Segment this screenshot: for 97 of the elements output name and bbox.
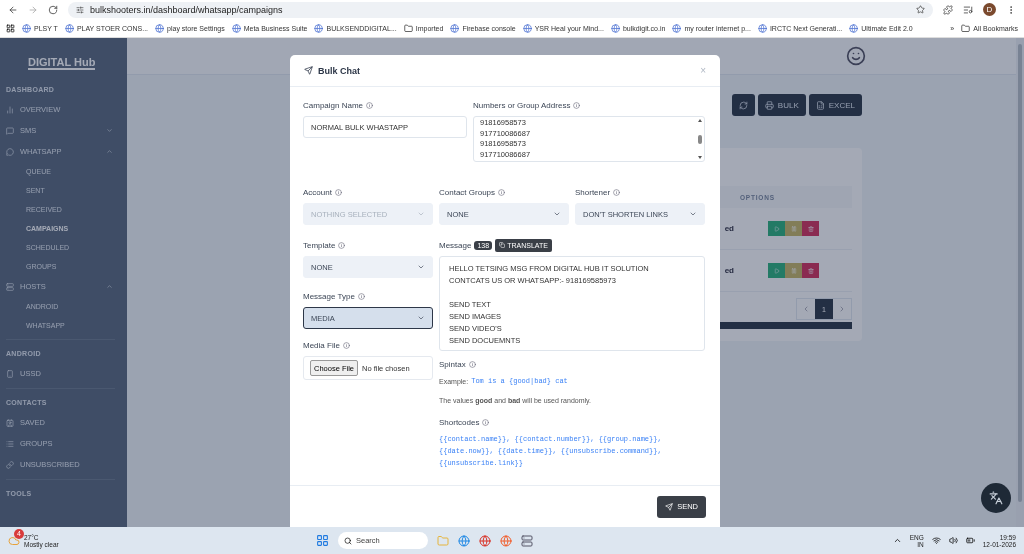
dialog-title: Bulk Chat bbox=[318, 65, 361, 76]
pause-icon bbox=[790, 225, 797, 232]
info-icon bbox=[482, 418, 490, 426]
chevron-down-icon bbox=[417, 263, 425, 271]
globe-icon bbox=[757, 23, 767, 33]
nav-icon bbox=[6, 126, 14, 135]
send-icon bbox=[665, 502, 674, 511]
translate-button[interactable] bbox=[981, 483, 1011, 513]
volume-icon[interactable] bbox=[948, 536, 958, 545]
info-icon bbox=[468, 360, 476, 368]
play-icon bbox=[773, 225, 780, 232]
field-label: Shortener bbox=[575, 187, 611, 197]
extensions-icon[interactable] bbox=[943, 4, 953, 15]
nav-icon bbox=[6, 282, 14, 291]
table-cell-text: ed bbox=[723, 224, 734, 233]
translate-icon bbox=[989, 491, 1003, 505]
field-label: Contact Groups bbox=[439, 187, 496, 197]
printer-icon bbox=[764, 100, 774, 110]
info-icon bbox=[334, 188, 342, 196]
globe-icon bbox=[450, 23, 460, 33]
logo: DIGITAL Hub bbox=[28, 56, 96, 70]
refresh-icon bbox=[738, 100, 748, 110]
info-icon bbox=[342, 341, 350, 349]
copy-icon bbox=[499, 242, 506, 248]
trash-icon bbox=[807, 225, 814, 232]
field-label: Account bbox=[303, 187, 332, 197]
info-icon bbox=[613, 188, 621, 196]
app-icon[interactable] bbox=[521, 534, 533, 547]
chevron-down-icon bbox=[689, 210, 697, 218]
info-icon bbox=[498, 188, 506, 196]
globe-icon bbox=[314, 23, 324, 33]
file-icon bbox=[815, 100, 825, 110]
send-icon bbox=[304, 66, 313, 75]
nav-icon bbox=[6, 460, 14, 469]
toolbar-button[interactable]: BULK bbox=[757, 94, 806, 116]
bookmark-star-icon[interactable] bbox=[916, 5, 925, 14]
delete-button[interactable] bbox=[802, 221, 819, 236]
delete-button[interactable] bbox=[802, 263, 819, 278]
chevron-up-icon bbox=[106, 148, 113, 155]
profile-avatar[interactable]: D bbox=[983, 3, 996, 16]
globe-icon bbox=[231, 23, 241, 33]
globe-icon bbox=[522, 23, 532, 33]
chevron-left-icon bbox=[802, 305, 810, 313]
field-label: Numbers or Group Address bbox=[473, 100, 571, 110]
field-label: Spintax bbox=[439, 359, 466, 369]
globe-icon bbox=[64, 23, 74, 33]
globe-icon bbox=[22, 23, 31, 33]
refresh-button[interactable] bbox=[731, 94, 755, 116]
avatar-icon[interactable] bbox=[846, 46, 866, 66]
field-label: Media File bbox=[303, 340, 340, 350]
address-bar[interactable]: bulkshooters.in/dashboard/whatsapp/campaigns bbox=[68, 1, 933, 18]
tray-chevron-icon[interactable] bbox=[892, 536, 902, 545]
folder-icon bbox=[403, 23, 413, 33]
browser-icon[interactable] bbox=[458, 534, 470, 547]
chevron-up-icon bbox=[106, 283, 113, 290]
field-label: Message Type bbox=[303, 291, 355, 301]
search-icon bbox=[344, 536, 352, 545]
chevron-down-icon bbox=[417, 210, 425, 218]
toolbar-button[interactable]: EXCEL bbox=[808, 94, 862, 116]
field-label: Shortcodes bbox=[439, 417, 480, 427]
forward-icon[interactable] bbox=[28, 4, 38, 15]
pause-icon bbox=[790, 267, 797, 274]
nav-icon bbox=[6, 369, 14, 378]
reload-icon[interactable] bbox=[48, 4, 58, 15]
info-icon bbox=[573, 101, 581, 109]
chevron-down-icon bbox=[417, 314, 425, 322]
globe-icon bbox=[849, 23, 859, 33]
globe-icon bbox=[610, 23, 620, 33]
folder-icon bbox=[961, 23, 971, 33]
info-icon bbox=[357, 292, 365, 300]
back-icon[interactable] bbox=[8, 4, 18, 15]
chevron-right-icon bbox=[838, 305, 846, 313]
field-label: Template bbox=[303, 240, 336, 250]
play-icon bbox=[773, 267, 780, 274]
start-icon[interactable] bbox=[316, 534, 329, 547]
site-info-icon[interactable] bbox=[76, 5, 84, 14]
chevron-down-icon bbox=[106, 127, 113, 134]
nav-icon bbox=[6, 418, 14, 427]
table-cell-text: ed bbox=[723, 266, 734, 275]
info-icon bbox=[338, 241, 346, 249]
wifi-icon[interactable] bbox=[931, 536, 941, 545]
browser-icon[interactable] bbox=[479, 534, 491, 547]
globe-icon bbox=[155, 23, 165, 33]
media-icon[interactable] bbox=[963, 4, 973, 15]
field-label: Message bbox=[439, 240, 472, 250]
info-icon bbox=[366, 101, 374, 109]
nav-icon bbox=[6, 147, 14, 156]
nav-icon bbox=[6, 105, 14, 114]
chevron-down-icon bbox=[553, 210, 561, 218]
trash-icon bbox=[807, 267, 814, 274]
nav-icon bbox=[6, 439, 14, 448]
field-label: Campaign Name bbox=[303, 100, 364, 110]
weather-icon[interactable] bbox=[8, 534, 20, 547]
apps-icon[interactable] bbox=[6, 23, 15, 33]
battery-icon[interactable] bbox=[965, 536, 975, 545]
browser-icon[interactable] bbox=[500, 534, 512, 547]
globe-icon bbox=[672, 23, 682, 33]
